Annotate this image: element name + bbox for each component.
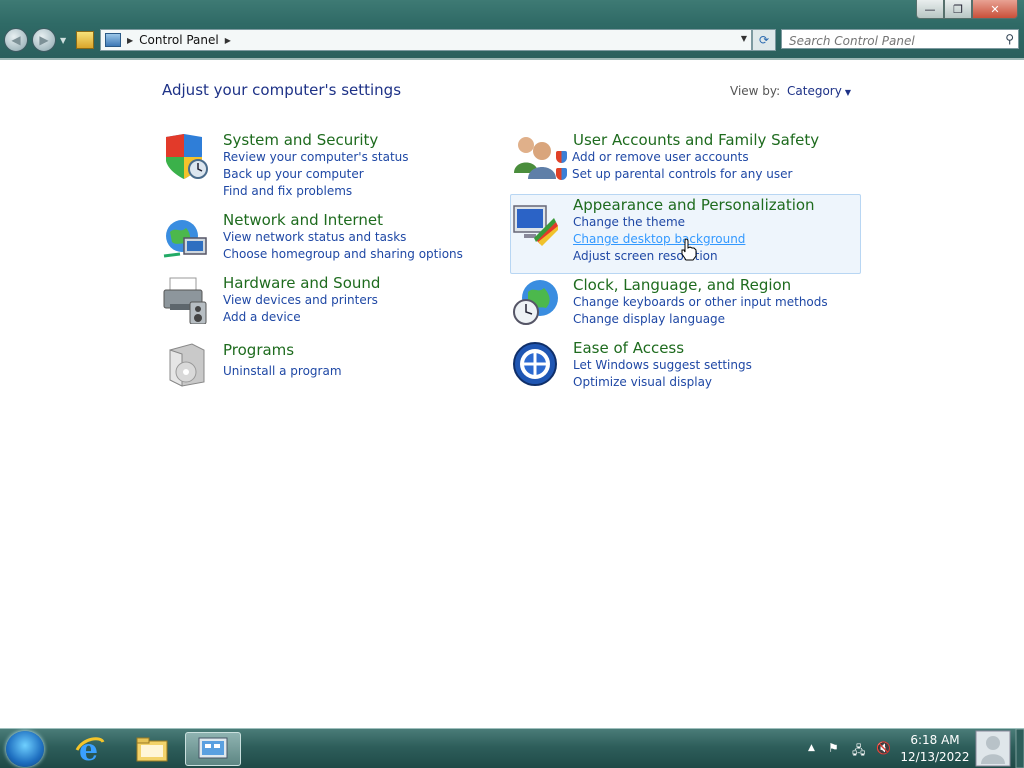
view-by-label: View by: [730,84,781,98]
link-optimize-visual[interactable]: Optimize visual display [573,374,752,391]
link-text[interactable]: Set up parental controls for any user [572,167,792,181]
control-panel-icon[interactable] [185,732,241,766]
hand-cursor-icon [681,238,697,261]
category-title[interactable]: Hardware and Sound [223,274,380,292]
back-button[interactable]: ◀ [4,28,28,52]
address-dropdown-icon[interactable]: ▼ [741,34,747,43]
ease-of-access-icon[interactable] [512,340,558,388]
refresh-button[interactable]: ⟳ [752,29,776,51]
uac-shield-icon [556,168,567,180]
shield-clock-icon[interactable] [162,133,208,181]
up-folder-icon[interactable] [76,31,94,49]
link-parental-controls[interactable]: Set up parental controls for any user [556,166,819,183]
category-title[interactable]: User Accounts and Family Safety [573,131,819,149]
volume-muted-icon[interactable]: 🔇 [876,741,891,755]
link-uninstall[interactable]: Uninstall a program [223,363,342,380]
breadcrumb-chevron-icon[interactable]: ▶ [225,36,231,45]
search-input[interactable] [782,32,999,50]
breadcrumb-control-panel[interactable]: Control Panel [139,33,219,47]
minimize-button[interactable]: — [916,0,944,19]
printer-speaker-icon[interactable] [162,276,208,324]
address-bar[interactable]: ▶ Control Panel ▶ ▼ [100,29,752,51]
window-controls: — ❐ ✕ [916,0,1018,19]
action-center-flag-icon[interactable]: ⚑ [828,741,839,755]
close-button[interactable]: ✕ [972,0,1018,19]
network-icon[interactable]: 🖧 [852,741,865,762]
link-review-status[interactable]: Review your computer's status [223,149,409,166]
breadcrumb-separator-icon[interactable]: ▶ [127,36,133,45]
link-find-fix[interactable]: Find and fix problems [223,183,409,200]
category-title[interactable]: Network and Internet [223,211,463,229]
category-ease-of-access: Ease of Access Let Windows suggest setti… [573,339,752,391]
back-arrow-icon: ◀ [11,33,21,47]
maximize-button[interactable]: ❐ [944,0,972,19]
category-title[interactable]: System and Security [223,131,409,149]
category-user-accounts: User Accounts and Family Safety Add or r… [556,131,819,183]
link-display-language[interactable]: Change display language [573,311,828,328]
link-add-remove-users[interactable]: Add or remove user accounts [556,149,819,166]
link-network-status[interactable]: View network status and tasks [223,229,463,246]
category-system-security: System and Security Review your computer… [223,131,409,200]
category-hardware-sound: Hardware and Sound View devices and prin… [223,274,380,326]
view-by-value[interactable]: Category [787,84,842,98]
windows-explorer-icon[interactable] [124,732,180,766]
link-keyboards[interactable]: Change keyboards or other input methods [573,294,828,311]
link-devices-printers[interactable]: View devices and printers [223,292,380,309]
show-hidden-icons[interactable]: ▲ [808,743,815,753]
category-clock-language: Clock, Language, and Region Change keybo… [573,276,828,328]
category-title[interactable]: Clock, Language, and Region [573,276,828,294]
monitor-colors-icon[interactable] [512,200,558,248]
category-programs: Programs Uninstall a program [223,341,342,380]
search-icon[interactable]: ⚲ [1005,32,1014,46]
link-add-device[interactable]: Add a device [223,309,380,326]
search-box[interactable]: ⚲ [781,29,1019,50]
page-title: Adjust your computer's settings [162,81,402,99]
network-globe-icon[interactable] [162,214,208,262]
category-title[interactable]: Programs [223,341,342,359]
programs-box-icon[interactable] [162,340,208,388]
chevron-down-icon[interactable]: ▼ [845,88,851,97]
internet-explorer-icon[interactable]: e [62,732,118,766]
start-orb-icon[interactable] [6,731,44,767]
taskbar-clock[interactable]: 6:18 AM 12/13/2022 [900,732,970,766]
refresh-icon: ⟳ [758,33,770,47]
category-title[interactable]: Appearance and Personalization [573,196,815,214]
link-windows-suggest[interactable]: Let Windows suggest settings [573,357,752,374]
category-network-internet: Network and Internet View network status… [223,211,463,263]
link-text[interactable]: Add or remove user accounts [572,150,749,164]
globe-clock-icon[interactable] [512,278,558,326]
forward-button[interactable]: ▶ [32,28,56,52]
recent-pages-dropdown-icon[interactable]: ▼ [60,36,66,45]
user-avatar-icon[interactable] [972,729,1024,768]
uac-shield-icon [556,151,567,163]
link-back-up[interactable]: Back up your computer [223,166,409,183]
clock-date: 12/13/2022 [900,750,970,764]
category-title[interactable]: Ease of Access [573,339,752,357]
view-by-dropdown[interactable]: Category ▼ [787,84,851,98]
clock-time: 6:18 AM [910,733,960,747]
forward-arrow-icon: ▶ [39,33,49,47]
taskbar: e ▲ ⚑ 🖧 🔇 [0,728,1024,768]
window-title-bar: — ❐ ✕ ◀ ▶ ▼ ▶ Control Panel ▶ ▼ ⟳ ⚲ [0,0,1024,60]
link-change-theme[interactable]: Change the theme [573,214,815,231]
link-homegroup[interactable]: Choose homegroup and sharing options [223,246,463,263]
control-panel-small-icon [105,33,121,47]
users-icon[interactable] [512,133,558,181]
